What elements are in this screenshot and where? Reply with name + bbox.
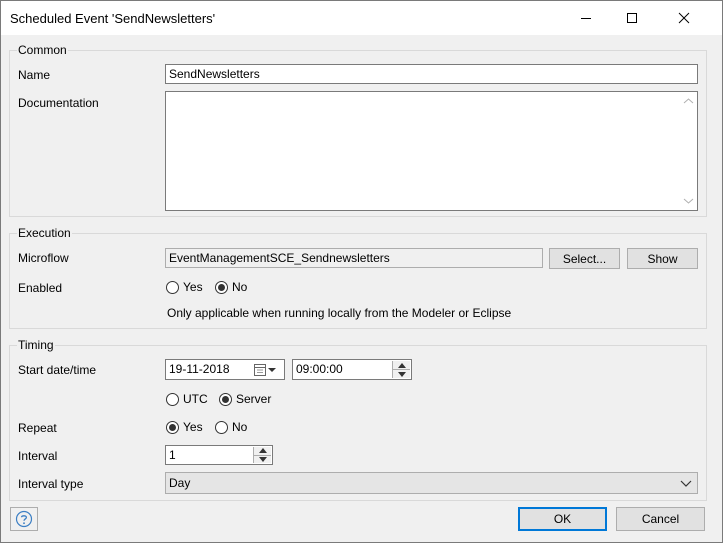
server-label: Server [236,392,272,406]
dialog-window: Scheduled Event 'SendNewsletters' Common… [0,0,723,543]
utc-label: UTC [183,392,208,406]
chevron-down-icon [680,480,692,487]
radio-circle [166,280,179,294]
close-button[interactable] [661,1,707,35]
show-microflow-button[interactable]: Show [627,248,698,269]
interval-type-label: Interval type [18,477,84,491]
spin-up-button[interactable] [393,361,410,369]
select-microflow-button[interactable]: Select... [549,248,620,269]
timezone-server-radio[interactable]: Server [219,391,271,407]
spin-up-button[interactable] [254,447,271,455]
interval-input[interactable]: 1 [165,445,273,465]
repeat-no-radio[interactable]: No [215,419,247,435]
documentation-scrollbar[interactable] [680,92,697,210]
enabled-no-radio[interactable]: No [215,279,247,295]
radio-circle [166,392,179,406]
interval-spinner[interactable] [253,447,271,463]
window-title: Scheduled Event 'SendNewsletters' [10,11,216,26]
start-time-input[interactable]: 09:00:00 [292,359,412,380]
spin-down-button[interactable] [393,369,410,378]
microflow-label: Microflow [18,251,69,265]
documentation-label: Documentation [18,96,99,110]
spin-down-button[interactable] [254,454,271,464]
enabled-label: Enabled [18,281,63,295]
start-time-value: 09:00:00 [296,362,343,376]
repeat-no-label: No [232,420,248,434]
documentation-textarea[interactable] [165,91,698,211]
interval-type-dropdown[interactable]: Day [165,472,698,494]
radio-circle-selected [166,420,179,434]
spinner-down-icon [397,371,406,377]
help-button[interactable] [10,507,38,531]
interval-type-value: Day [169,476,191,490]
start-date-value: 19-11-2018 [169,362,230,376]
microflow-field: EventManagementSCE_Sendnewsletters [165,248,543,268]
start-date-picker[interactable]: 19-11-2018 [165,359,285,380]
title-bar: Scheduled Event 'SendNewsletters' [1,1,722,35]
minimize-button[interactable] [563,1,609,35]
help-icon [15,510,33,528]
radio-circle [215,420,228,434]
enabled-no-label: No [232,280,248,294]
spinner-up-icon [258,448,267,454]
start-datetime-label: Start date/time [18,363,97,377]
maximize-button[interactable] [609,1,655,35]
repeat-label: Repeat [18,421,57,435]
execution-group-label: Execution [17,226,72,240]
time-spinner[interactable] [392,361,410,378]
minimize-icon [581,18,591,19]
scroll-up-icon [683,98,694,104]
radio-circle-selected [215,280,228,294]
maximize-icon [627,13,637,23]
name-label: Name [18,68,51,82]
name-input[interactable]: SendNewsletters [165,64,698,84]
radio-circle-selected [219,392,232,406]
spinner-up-icon [397,362,406,368]
enabled-yes-radio[interactable]: Yes [166,279,203,295]
interval-label: Interval [18,449,58,463]
ok-button[interactable]: OK [518,507,607,531]
scroll-down-icon [683,198,694,204]
timezone-utc-radio[interactable]: UTC [166,391,208,407]
repeat-yes-label: Yes [183,420,203,434]
enabled-note: Only applicable when running locally fro… [167,306,512,320]
interval-value: 1 [169,448,176,462]
close-icon [678,12,690,24]
repeat-yes-radio[interactable]: Yes [166,419,203,435]
calendar-icon [254,364,276,376]
cancel-button[interactable]: Cancel [616,507,705,531]
spinner-down-icon [258,456,267,462]
common-group-label: Common [17,43,68,57]
timing-group-label: Timing [17,338,55,352]
enabled-yes-label: Yes [183,280,203,294]
